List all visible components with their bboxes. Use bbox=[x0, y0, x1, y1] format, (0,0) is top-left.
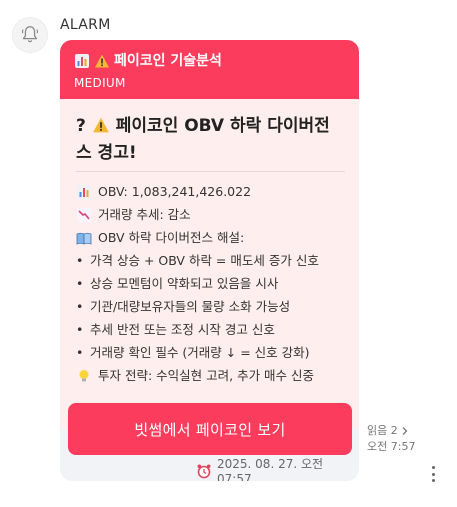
warning-icon bbox=[95, 54, 109, 68]
card-title-text: 페이코인 기술분석 bbox=[114, 53, 222, 69]
bullet-icon: • bbox=[76, 322, 84, 337]
list-item: • 가격 상승 + OBV 하락 = 매도세 증가 신호 bbox=[76, 249, 345, 272]
chat-page: ALARM 페이코인 기술분석 MEDIUM ? 페이코인 OBV 하락 다이버… bbox=[0, 0, 457, 507]
chevron-right-icon bbox=[402, 427, 408, 435]
bell-icon bbox=[21, 26, 39, 43]
bullet-icon: • bbox=[76, 345, 84, 360]
warning-icon bbox=[92, 117, 109, 133]
bar-chart-icon bbox=[75, 54, 89, 68]
alert-timestamp: 2025. 08. 27. 오전 07:57 bbox=[196, 455, 359, 481]
headline-prefix: ? bbox=[76, 116, 86, 136]
sender-avatar[interactable] bbox=[12, 17, 48, 53]
list-item: • 기관/대량보유자들의 물량 소화 가능성 bbox=[76, 295, 345, 318]
severity-label: MEDIUM bbox=[74, 76, 126, 90]
bullet-icon: • bbox=[76, 299, 84, 314]
open-bithumb-button[interactable]: 빗썸에서 페이코인 보기 bbox=[68, 403, 352, 455]
card-body: ? 페이코인 OBV 하락 다이버전스 경고! OBV: 1,083,241,4… bbox=[60, 99, 359, 429]
message-card: 페이코인 기술분석 MEDIUM ? 페이코인 OBV 하락 다이버전스 경고! bbox=[60, 40, 359, 481]
chart-decreasing-icon bbox=[77, 207, 91, 222]
open-book-icon bbox=[76, 232, 92, 245]
card-header: 페이코인 기술분석 MEDIUM bbox=[60, 40, 359, 99]
bar-chart-icon bbox=[77, 184, 91, 199]
list-item: • 거래량 확인 필수 (거래량 ↓ = 신호 강화) bbox=[76, 341, 345, 364]
list-item: • 상승 모멘텀이 약화되고 있음을 시사 bbox=[76, 272, 345, 295]
headline-text: 페이코인 OBV 하락 다이버전스 경고! bbox=[76, 116, 330, 163]
strategy-line: 투자 전략: 수익실현 고려, 추가 매수 신중 bbox=[76, 364, 345, 387]
alert-headline: ? 페이코인 OBV 하락 다이버전스 경고! bbox=[76, 113, 345, 172]
more-options-icon[interactable] bbox=[427, 466, 439, 482]
card-title: 페이코인 기술분석 bbox=[74, 51, 347, 71]
bullet-icon: • bbox=[76, 276, 84, 291]
volume-trend-line: 거래량 추세: 감소 bbox=[76, 203, 345, 226]
message-time: 오전 7:57 bbox=[367, 440, 416, 453]
message-meta: 읽음 2 오전 7:57 bbox=[367, 423, 415, 455]
obv-line: OBV: 1,083,241,426.022 bbox=[76, 180, 345, 203]
light-bulb-icon bbox=[79, 369, 89, 381]
list-item: • 추세 반전 또는 조정 시작 경고 신호 bbox=[76, 318, 345, 341]
bullet-icon: • bbox=[76, 253, 84, 268]
divergence-explainer-line: OBV 하락 다이버전스 해설: bbox=[76, 226, 345, 249]
alarm-clock-icon bbox=[197, 464, 211, 478]
sender-name: ALARM bbox=[60, 17, 111, 33]
read-receipt[interactable]: 읽음 2 bbox=[367, 423, 415, 439]
